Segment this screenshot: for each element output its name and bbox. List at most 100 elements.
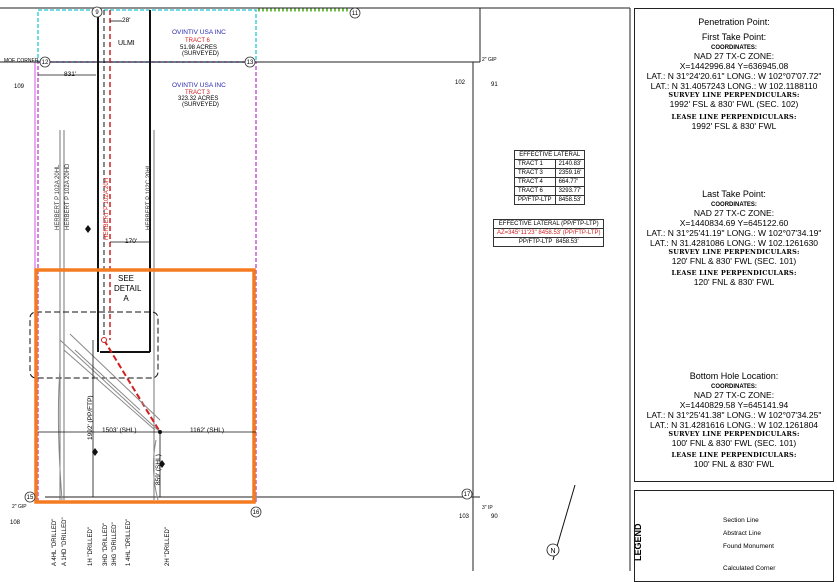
corner-15-label: 15: [27, 495, 34, 501]
penetration-heading: Penetration Point:: [698, 17, 770, 27]
row-label: TRACT 1: [514, 159, 556, 169]
az-table-title: EFFECTIVE LATERAL (PP/FTP-LTP): [492, 219, 605, 229]
last-take-block: Last Take Point: COORDINATES: NAD 27 TX-…: [635, 189, 833, 287]
shl-marker: [158, 430, 162, 434]
corner-11-label: 11: [352, 11, 359, 17]
last-take-latlong: LAT.: N 31°25'41.19" LONG.: W 102°07'34.…: [646, 228, 822, 238]
see-detail-line-2: DETAIL: [114, 284, 142, 293]
dim-859: 859' (SHL): [155, 454, 162, 485]
bottom-hole-latlong: LAT.: N 31°25'41.38" LONG.: W 102°07'34.…: [646, 410, 822, 420]
herbert-label-3: HERBERT P 102C 20HL: [146, 163, 152, 230]
well-path-diagonal: [103, 339, 161, 433]
see-detail-line-3: A: [123, 294, 129, 303]
drilled-label-2: A 1HD "DRILLED": [62, 517, 68, 566]
last-take-latlong-dec: LAT.: N 31.4281086 LONG.: W 102.1261630: [649, 238, 819, 248]
az-total-value: 8458.53': [555, 239, 579, 245]
tract3-boundary: [37, 61, 257, 503]
herbert-label-red: HERBERT P 102A 20H: [104, 177, 110, 240]
svg-text:N: N: [550, 548, 555, 555]
bottom-hole-block: Bottom Hole Location: COORDINATES: NAD 2…: [635, 371, 833, 469]
ip-bottom-right-label: 3" IP: [482, 505, 493, 511]
bottom-hole-lease-label: LEASE LINE PERPENDICULARS:: [671, 451, 797, 459]
drilled-lateral-3: [69, 333, 161, 421]
penetration-survey-value: 1992' FSL & 830' FWL (SEC. 102): [669, 99, 799, 109]
row-label: PP/FTP-LTP: [514, 195, 556, 205]
penetration-zone: NAD 27 TX-C ZONE:: [693, 51, 775, 61]
row-value: 2140.83': [554, 159, 586, 169]
bottom-hole-zone: NAD 27 TX-C ZONE:: [693, 390, 775, 400]
corner-12-label: 12: [42, 60, 49, 66]
highlight-box: [34, 268, 256, 504]
last-take-heading: Last Take Point:: [702, 189, 766, 199]
legend-item-section-line: Section Line: [723, 517, 759, 524]
row-value: 2359.16': [554, 168, 586, 178]
table-row: TRACT 3 2359.16': [514, 168, 586, 178]
row-value: 8458.53': [554, 195, 586, 205]
effective-lateral-az-table: EFFECTIVE LATERAL (PP/FTP-LTP) AZ=345°11…: [492, 219, 605, 247]
table-row: TRACT 1 2140.83': [514, 159, 586, 169]
ip-top-label: 2" GIP: [482, 57, 497, 63]
row-label: TRACT 6: [514, 186, 556, 196]
row-value: 3293.77': [554, 186, 586, 196]
survey-102: 102: [455, 80, 466, 86]
drilled-lateral-4: [74, 349, 141, 411]
row-value: 664.77': [554, 177, 586, 187]
penetration-latlong-dec: LAT.: N 31.4057243 LONG.: W 102.1188110: [650, 81, 818, 91]
see-detail-line-1: SEE: [117, 274, 134, 283]
penetration-latlong: LAT.: N 31°24'20.61" LONG.: W 102°07'07.…: [646, 71, 822, 81]
drilled-lateral-2: [63, 349, 156, 431]
survey-91: 91: [491, 82, 498, 88]
herbert-label-1: HERBERT P 102A 20HL: [55, 164, 61, 230]
penetration-block: Penetration Point: First Take Point: COO…: [635, 17, 833, 131]
drilled-label-5: 3HG "DRILLED": [112, 522, 118, 566]
last-take-lease-value: 120' FNL & 830' FWL: [693, 277, 775, 287]
last-take-zone: NAD 27 TX-C ZONE:: [693, 208, 775, 218]
bottom-hole-survey-label: SURVEY LINE PERPENDICULARS:: [668, 430, 800, 438]
bottom-hole-lease-value: 100' FNL & 830' FWL: [693, 459, 775, 469]
effective-lateral-table: EFFECTIVE LATERAL TRACT 1 2140.83' TRACT …: [513, 150, 586, 205]
dim-1162: 1162' (SHL): [190, 427, 224, 434]
dim-170: 170': [125, 238, 138, 245]
drilled-label-4: 3HD "DRILLED": [103, 522, 109, 566]
legend-item-found-monument: Found Monument: [723, 543, 774, 550]
tract6-owner: OVINTIV USA INC: [172, 29, 226, 36]
row-label: TRACT 3: [514, 168, 556, 178]
tract6-name: TRACT 6: [185, 38, 210, 44]
penetration-xy: X=1442996.84 Y=636945.08: [679, 61, 789, 71]
drilled-label-3: 1H "DRILLED": [88, 527, 94, 566]
penetration-lease-value: 1992' FSL & 830' FWL: [691, 121, 777, 131]
table-row: PP/FTP-LTP 8458.53': [514, 195, 586, 205]
see-detail-label: SEE DETAIL A: [114, 274, 142, 304]
penetration-survey-label: SURVEY LINE PERPENDICULARS:: [668, 91, 800, 99]
survey-108: 108: [10, 520, 21, 526]
dim-831: 831': [64, 71, 77, 78]
found-monument-icon: [85, 225, 91, 233]
bottom-hole-xy: X=1440829.58 Y=645141.94: [679, 400, 789, 410]
drilled-label-7: 2H "DRILLED": [165, 527, 171, 566]
bottom-hole-survey-value: 100' FNL & 830' FWL (SEC. 101): [671, 438, 797, 448]
legend-item-abstract-line: Abstract Line: [723, 530, 761, 537]
corner-13-label: 13: [247, 60, 254, 66]
effective-lateral-title: EFFECTIVE LATERAL: [513, 150, 586, 160]
survey-103: 103: [459, 514, 470, 520]
first-take-heading: First Take Point:: [701, 32, 767, 42]
north-arrow-icon: N: [546, 484, 576, 561]
ip-bottom-left-label: 2" GIP: [12, 504, 27, 510]
row-label: TRACT 4: [514, 177, 556, 187]
corner-16-label: 16: [253, 510, 260, 516]
bottom-hole-latlong-dec: LAT.: N 31.4281616 LONG.: W 102.1261804: [649, 420, 819, 430]
dim-1503: 1503' (SHL): [102, 427, 137, 434]
penetration-lease-label: LEASE LINE PERPENDICULARS:: [671, 113, 797, 121]
last-take-survey-value: 120' FNL & 830' FWL (SEC. 101): [671, 256, 797, 266]
legend-panel: LEGEND Section Line Abstract Line Found …: [633, 490, 834, 582]
bottom-hole-heading: Bottom Hole Location:: [689, 371, 779, 381]
first-take-point-marker: [101, 337, 107, 343]
tract6-note: (SURVEYED): [182, 51, 219, 57]
last-take-survey-label: SURVEY LINE PERPENDICULARS:: [668, 248, 800, 256]
tract3-owner: OVINTIV USA INC: [172, 82, 226, 89]
table-row: TRACT 6 3293.77': [514, 186, 586, 196]
dim-28: 28': [122, 17, 131, 24]
ulmi-label: ULMI: [118, 40, 135, 47]
drilled-label-6: 1 4HL "DRILLED": [126, 518, 132, 566]
last-take-xy: X=1440834.69 Y=645122.60: [679, 218, 789, 228]
